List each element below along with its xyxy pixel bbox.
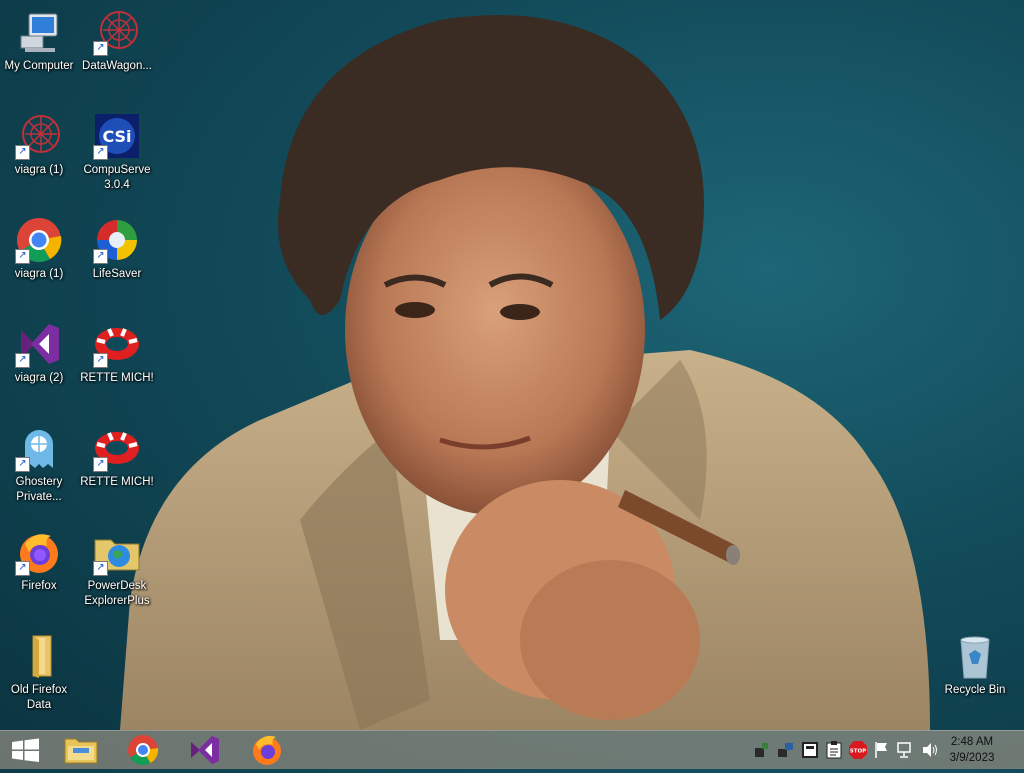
shortcut-arrow-icon: ↗ [93, 249, 108, 264]
desktop-icon-label: viagra (1) [14, 164, 64, 176]
network-icon-2[interactable] [776, 740, 796, 760]
svg-text:CSi: CSi [102, 127, 131, 146]
taskbar-chrome[interactable] [116, 731, 170, 769]
ghostery-icon: ↗ [15, 424, 63, 472]
desktop-icon-datawagon[interactable]: ↗ DataWagon... [78, 8, 156, 74]
visual-studio-icon: ↗ [15, 320, 63, 368]
desktop-icon-rette-mich-2[interactable]: ↗ RETTE MICH! [78, 424, 156, 490]
svg-text:STOP: STOP [850, 749, 866, 755]
desktop-icon-label: Old Firefox Data [10, 684, 68, 711]
datawagon-icon: ↗ [93, 8, 141, 56]
shortcut-arrow-icon: ↗ [15, 145, 30, 160]
lifesaver-icon: ↗ [93, 216, 141, 264]
desktop-icon-old-firefox-data[interactable]: Old Firefox Data [0, 632, 78, 713]
desktop-icon-label: viagra (2) [14, 372, 64, 384]
red-sphere-icon: ↗ [15, 112, 63, 160]
life-ring-icon: ↗ [93, 320, 141, 368]
compuserve-icon: CSi ↗ [93, 112, 141, 160]
desktop-icon-my-computer[interactable]: My Computer [0, 8, 78, 74]
desktop-icon-recycle-bin[interactable]: Recycle Bin [936, 632, 1014, 698]
desktop-icon-label: Recycle Bin [944, 684, 1006, 696]
shortcut-arrow-icon: ↗ [93, 561, 108, 576]
taskbar-file-explorer[interactable] [54, 731, 108, 769]
folder-icon [15, 632, 63, 680]
start-button[interactable] [0, 731, 54, 769]
stop-icon[interactable]: STOP [848, 740, 868, 760]
visual-studio-icon [191, 736, 219, 764]
desktop-icon-label: viagra (1) [14, 268, 64, 280]
desktop-icon-firefox[interactable]: ↗ Firefox [0, 528, 78, 594]
taskbar-firefox[interactable] [240, 731, 294, 769]
taskbar-visual-studio[interactable] [178, 731, 232, 769]
desktop-icon-label: RETTE MICH! [80, 476, 154, 488]
desktop-icon-viagra-1[interactable]: ↗ viagra (1) [0, 112, 78, 178]
desktop-icon-label: PowerDesk ExplorerPlus [84, 580, 150, 607]
start-icon [12, 738, 39, 762]
network-status-icon[interactable] [896, 740, 916, 760]
recycle-bin-icon [951, 632, 999, 680]
shortcut-arrow-icon: ↗ [15, 353, 30, 368]
desktop-icon-viagra-chrome[interactable]: ↗ viagra (1) [0, 216, 78, 282]
desktop-icon-label: Ghostery Private... [15, 476, 63, 503]
desktop-icon-label: Firefox [21, 580, 57, 592]
desktop-icon-label: DataWagon... [82, 60, 152, 72]
desktop-icon-lifesaver[interactable]: ↗ LifeSaver [78, 216, 156, 282]
desktop-icon-label: CompuServe 3.0.4 [83, 164, 151, 191]
shortcut-arrow-icon: ↗ [93, 41, 108, 56]
shortcut-arrow-icon: ↗ [93, 353, 108, 368]
desktop-icon-viagra-2[interactable]: ↗ viagra (2) [0, 320, 78, 386]
clipboard-icon[interactable] [824, 740, 844, 760]
network-icon[interactable] [752, 740, 772, 760]
shortcut-arrow-icon: ↗ [15, 561, 30, 576]
desktop-icon-powerdesk[interactable]: ↗ PowerDesk ExplorerPlus [78, 528, 156, 609]
file-explorer-icon [64, 738, 98, 764]
firefox-icon: ↗ [15, 528, 63, 576]
flag-icon[interactable] [872, 740, 892, 760]
taskbar-clock[interactable]: 2:48 AM 3/9/2023 [942, 734, 1002, 766]
firefox-icon [253, 735, 281, 765]
clock-time: 2:48 AM [950, 736, 994, 748]
powerdesk-icon: ↗ [93, 528, 141, 576]
desktop-icon-label: LifeSaver [92, 268, 142, 280]
computer-icon [15, 8, 63, 56]
life-ring-icon: ↗ [93, 424, 141, 472]
shortcut-arrow-icon: ↗ [15, 457, 30, 472]
system-tray: STOP [752, 740, 940, 760]
monitor-icon[interactable] [800, 740, 820, 760]
desktop-icon-label: RETTE MICH! [80, 372, 154, 384]
desktop-icon-compuserve[interactable]: CSi ↗ CompuServe 3.0.4 [78, 112, 156, 193]
shortcut-arrow-icon: ↗ [93, 457, 108, 472]
chrome-icon [128, 735, 159, 766]
shortcut-arrow-icon: ↗ [93, 145, 108, 160]
desktop-icon-rette-mich-1[interactable]: ↗ RETTE MICH! [78, 320, 156, 386]
desktop-icon-ghostery[interactable]: ↗ Ghostery Private... [0, 424, 78, 505]
desktop-icon-label: My Computer [4, 60, 74, 72]
shortcut-arrow-icon: ↗ [15, 249, 30, 264]
volume-icon[interactable] [920, 740, 940, 760]
clock-date: 3/9/2023 [949, 752, 995, 764]
chrome-icon: ↗ [15, 216, 63, 264]
taskbar: STOP 2:48 AM 3/9/2023 [0, 730, 1024, 769]
